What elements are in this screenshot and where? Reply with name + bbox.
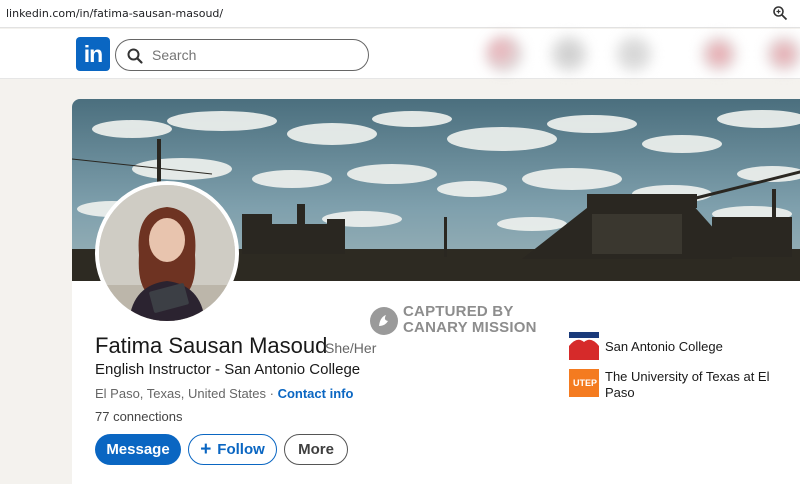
more-button-label: More bbox=[298, 441, 334, 458]
education-name-line2: Paso bbox=[605, 385, 635, 400]
utep-logo-icon: UTEP bbox=[569, 369, 599, 397]
search-input[interactable] bbox=[152, 47, 352, 63]
profile-location: El Paso, Texas, United States · bbox=[95, 386, 278, 401]
canary-mission-watermark: CAPTURED BY CANARY MISSION bbox=[370, 304, 570, 338]
nav-notifications-icon-blurred[interactable] bbox=[765, 35, 800, 73]
url-text[interactable]: linkedin.com/in/fatima-sausan-masoud/ bbox=[6, 7, 223, 20]
san-antonio-college-logo-icon bbox=[569, 332, 599, 360]
profile-card: Fatima Sausan Masoud She/Her English Ins… bbox=[72, 99, 800, 484]
more-button[interactable]: More bbox=[284, 434, 348, 465]
education-item-utep[interactable]: UTEP The University of Texas at El Paso bbox=[569, 369, 789, 403]
education-name-line1: The University of Texas at El bbox=[605, 369, 770, 384]
profile-headline: English Instructor - San Antonio College bbox=[95, 361, 361, 378]
watermark-line1: CAPTURED BY bbox=[403, 303, 514, 320]
plus-icon: + bbox=[200, 438, 212, 460]
search-box[interactable] bbox=[115, 39, 369, 71]
connections-count[interactable]: 77 connections bbox=[95, 409, 182, 424]
search-icon bbox=[127, 48, 143, 64]
linkedin-logo[interactable]: in bbox=[76, 37, 110, 71]
nav-network-icon-blurred[interactable] bbox=[550, 35, 588, 73]
profile-avatar[interactable] bbox=[95, 181, 239, 325]
message-button-label: Message bbox=[106, 441, 170, 458]
zoom-icon[interactable] bbox=[772, 5, 788, 21]
location-line: El Paso, Texas, United States · Contact … bbox=[95, 386, 353, 401]
nav-home-icon-blurred[interactable] bbox=[485, 35, 523, 73]
watermark-text: CAPTURED BY CANARY MISSION bbox=[403, 304, 537, 336]
message-button[interactable]: Message bbox=[95, 434, 181, 465]
nav-messaging-icon-blurred[interactable] bbox=[700, 35, 738, 73]
utep-logo-text: UTEP bbox=[573, 378, 597, 388]
education-name[interactable]: The University of Texas at El Paso bbox=[605, 369, 770, 401]
canary-mission-logo-icon bbox=[370, 307, 398, 335]
contact-info-link[interactable]: Contact info bbox=[278, 386, 354, 401]
browser-url-bar[interactable]: linkedin.com/in/fatima-sausan-masoud/ bbox=[0, 0, 800, 28]
education-name[interactable]: San Antonio College bbox=[605, 339, 723, 354]
nav-jobs-icon-blurred[interactable] bbox=[615, 35, 653, 73]
follow-button-label: Follow bbox=[217, 441, 265, 458]
logo-text: in bbox=[83, 40, 103, 67]
follow-button[interactable]: + Follow bbox=[188, 434, 277, 465]
education-item-san-antonio-college[interactable]: San Antonio College bbox=[569, 332, 789, 362]
profile-pronouns: She/Her bbox=[325, 340, 377, 356]
avatar-photo bbox=[99, 185, 235, 321]
top-navbar: in bbox=[0, 29, 800, 79]
profile-name: Fatima Sausan Masoud bbox=[95, 333, 328, 358]
watermark-line2: CANARY MISSION bbox=[403, 319, 537, 336]
